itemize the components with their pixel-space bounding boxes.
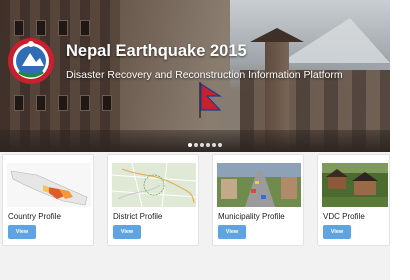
vdc-photo-thumbnail [322,163,388,207]
country-map-thumbnail [7,163,91,207]
vdc-profile-card: VDC Profile View [317,154,390,246]
profile-cards-section: Country Profile View District Profile Vi… [0,152,390,280]
palace-window [102,95,112,111]
municipality-photo-thumbnail [217,163,301,207]
palace-window [36,95,46,111]
nepal-flag-icon [199,82,223,118]
palace-window [36,20,46,36]
palace-window [58,95,68,111]
carousel-dot[interactable] [212,143,216,147]
palace-window [14,95,24,111]
district-map-thumbnail [112,163,196,207]
hero-banner: Nepal Earthquake 2015 Disaster Recovery … [0,0,390,152]
palace-window [14,20,24,36]
view-button[interactable]: View [218,225,246,239]
card-label: VDC Profile [323,212,365,221]
country-profile-card: Country Profile View [2,154,94,246]
hero-title: Nepal Earthquake 2015 [66,42,247,60]
municipality-profile-card: Municipality Profile View [212,154,304,246]
carousel-dot[interactable] [188,143,192,147]
view-button[interactable]: View [323,225,351,239]
carousel-dot[interactable] [218,143,222,147]
palace-window [58,20,68,36]
card-label: Municipality Profile [218,212,285,221]
nepal-emblem-icon [8,38,54,84]
view-button[interactable]: View [113,225,141,239]
card-label: Country Profile [8,212,61,221]
palace-window [80,20,90,36]
view-button[interactable]: View [8,225,36,239]
hero-subtitle: Disaster Recovery and Reconstruction Inf… [66,69,343,81]
carousel-dot[interactable] [194,143,198,147]
card-label: District Profile [113,212,163,221]
carousel-indicators [188,143,222,149]
carousel-dot[interactable] [206,143,210,147]
palace-window [80,95,90,111]
carousel-dot[interactable] [200,143,204,147]
hero-temple-roof [250,28,304,42]
district-profile-card: District Profile View [107,154,199,246]
